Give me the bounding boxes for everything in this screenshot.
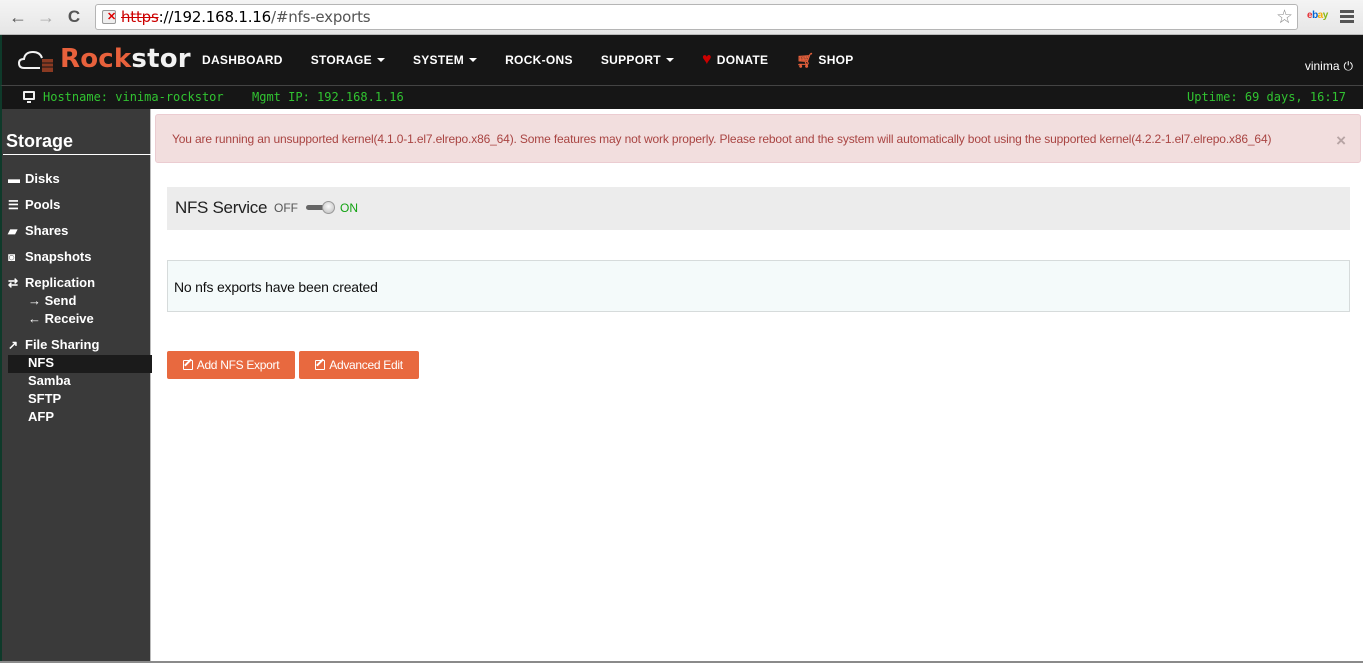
browser-toolbar: ← → C https://192.168.1.16/#nfs-exports … bbox=[0, 0, 1363, 35]
add-nfs-export-label: Add NFS Export bbox=[196, 358, 280, 372]
nav-donate[interactable]: ♥ DONATE bbox=[688, 51, 782, 69]
toggle-off-label: OFF bbox=[274, 201, 298, 215]
nav-support[interactable]: SUPPORT bbox=[587, 53, 688, 67]
bookmark-star-icon[interactable]: ☆ bbox=[1276, 6, 1293, 29]
sidebar-item-snapshots[interactable]: ◙ Snapshots bbox=[8, 249, 91, 264]
brand-name: Rockstor bbox=[60, 44, 191, 74]
insecure-lock-icon bbox=[102, 10, 116, 24]
nfs-service-toggle[interactable] bbox=[306, 200, 338, 216]
toggle-on-label: ON bbox=[340, 201, 358, 215]
sidebar-divider bbox=[3, 154, 152, 155]
close-icon[interactable]: × bbox=[1336, 131, 1346, 151]
url-host: ://192.168.1.16 bbox=[158, 8, 272, 26]
main-nav: DASHBOARD STORAGE SYSTEM ROCK-ONS SUPPOR… bbox=[188, 35, 868, 85]
brand-stor: stor bbox=[131, 44, 191, 74]
cart-icon: 🛒︎ bbox=[796, 51, 815, 68]
nav-dashboard[interactable]: DASHBOARD bbox=[188, 53, 297, 67]
nfs-exports-panel: No nfs exports have been created bbox=[167, 260, 1350, 312]
sidebar-item-send[interactable]: → Send bbox=[28, 293, 76, 308]
nav-storage-label: STORAGE bbox=[310, 53, 372, 67]
sidebar-item-label: Snapshots bbox=[25, 249, 92, 264]
sidebar-item-label: File Sharing bbox=[25, 337, 100, 352]
back-button[interactable]: ← bbox=[6, 5, 30, 29]
uptime-text: Uptime: 69 days, 16:17 bbox=[1187, 90, 1346, 104]
sidebar-item-file-sharing[interactable]: ↗ File Sharing bbox=[8, 337, 99, 352]
sidebar-item-samba[interactable]: Samba bbox=[28, 373, 71, 388]
brand-rock: Rock bbox=[60, 44, 132, 74]
reload-icon: C bbox=[67, 7, 81, 26]
list-icon: ☰ bbox=[8, 197, 19, 212]
forward-button[interactable]: → bbox=[34, 5, 58, 29]
monitor-icon bbox=[23, 91, 35, 103]
mgmt-ip-text: Mgmt IP: 192.168.1.16 bbox=[252, 90, 404, 104]
exchange-icon: ⇄ bbox=[8, 275, 19, 290]
ebay-y: y bbox=[1322, 10, 1329, 21]
user-menu[interactable]: vinima ⏻ bbox=[1305, 59, 1353, 74]
share-square-icon: ↗ bbox=[8, 337, 19, 352]
url-path: /#nfs-exports bbox=[270, 8, 371, 26]
sidebar-item-label: Pools bbox=[25, 197, 61, 212]
sidebar-item-label: Shares bbox=[25, 223, 69, 238]
sidebar-item-pools[interactable]: ☰ Pools bbox=[8, 197, 60, 212]
sidebar-item-replication[interactable]: ⇄ Replication bbox=[8, 275, 95, 290]
sidebar-item-afp[interactable]: AFP bbox=[28, 409, 54, 424]
add-nfs-export-button[interactable]: Add NFS Export bbox=[167, 351, 295, 379]
sidebar-item-disks[interactable]: ▬ Disks bbox=[8, 171, 60, 186]
heart-icon: ♥ bbox=[701, 51, 712, 68]
hdd-icon: ▬ bbox=[8, 171, 20, 186]
sidebar-item-receive[interactable]: ← Receive bbox=[28, 311, 94, 326]
folder-open-icon: ▰ bbox=[8, 223, 18, 238]
app-navbar: Rockstor DASHBOARD STORAGE SYSTEM ROCK-O… bbox=[0, 35, 1363, 85]
caret-down-icon bbox=[665, 58, 674, 62]
nav-dashboard-label: DASHBOARD bbox=[202, 53, 283, 67]
nav-rock-ons-label: ROCK-ONS bbox=[505, 53, 573, 67]
nav-shop-label: SHOP bbox=[818, 53, 854, 67]
alert-message: You are running an unsupported kernel(4.… bbox=[172, 132, 1272, 146]
browser-menu-icon[interactable] bbox=[1340, 10, 1354, 24]
nav-storage[interactable]: STORAGE bbox=[297, 53, 399, 67]
nav-donate-label: DONATE bbox=[716, 53, 769, 67]
empty-message: No nfs exports have been created bbox=[174, 279, 378, 295]
sidebar-item-shares[interactable]: ▰ Shares bbox=[8, 223, 68, 238]
toggle-knob[interactable] bbox=[322, 201, 335, 214]
sidebar-item-sftp[interactable]: SFTP bbox=[28, 391, 61, 406]
ebay-extension-icon[interactable]: ebay bbox=[1307, 10, 1328, 21]
url-scheme: https bbox=[121, 8, 159, 26]
cloud-logo-icon bbox=[18, 50, 53, 72]
sidebar-item-label: Replication bbox=[25, 275, 96, 290]
power-icon: ⏻ bbox=[1343, 59, 1354, 73]
username: vinima bbox=[1304, 59, 1340, 73]
edit-icon bbox=[182, 360, 193, 370]
hostname-text: Hostname: vinima-rockstor bbox=[43, 90, 224, 104]
nav-rock-ons[interactable]: ROCK-ONS bbox=[491, 53, 587, 67]
address-bar[interactable]: https://192.168.1.16/#nfs-exports ☆ bbox=[95, 4, 1298, 30]
reload-button[interactable]: C bbox=[62, 5, 86, 29]
nav-system-label: SYSTEM bbox=[412, 53, 465, 67]
advanced-edit-button[interactable]: Advanced Edit bbox=[299, 351, 419, 379]
camera-icon: ◙ bbox=[8, 249, 16, 264]
nav-system[interactable]: SYSTEM bbox=[399, 53, 491, 67]
back-arrow-icon: ← bbox=[9, 7, 27, 27]
sidebar-item-nfs[interactable]: NFS bbox=[28, 355, 54, 370]
sidebar-title: Storage bbox=[6, 131, 74, 151]
url-text: https://192.168.1.16/#nfs-exports bbox=[121, 8, 371, 26]
sidebar: Storage ▬ Disks ☰ Pools ▰ Shares ◙ Snapshots… bbox=[0, 109, 152, 661]
kernel-warning-alert: You are running an unsupported kernel(4.… bbox=[155, 114, 1361, 163]
system-status-bar: Hostname: vinima-rockstor Mgmt IP: 192.1… bbox=[0, 85, 1363, 109]
nav-support-label: SUPPORT bbox=[600, 53, 661, 67]
sidebar-item-label: Disks bbox=[25, 171, 60, 186]
edit-icon bbox=[315, 360, 326, 370]
forward-arrow-icon: → bbox=[37, 7, 55, 27]
nav-shop[interactable]: 🛒︎ SHOP bbox=[782, 52, 867, 69]
caret-down-icon bbox=[376, 58, 385, 62]
service-title: NFS Service bbox=[175, 198, 268, 217]
advanced-edit-label: Advanced Edit bbox=[329, 358, 403, 372]
nfs-service-panel: NFS Service OFF ON bbox=[167, 187, 1350, 230]
caret-down-icon bbox=[469, 58, 478, 62]
